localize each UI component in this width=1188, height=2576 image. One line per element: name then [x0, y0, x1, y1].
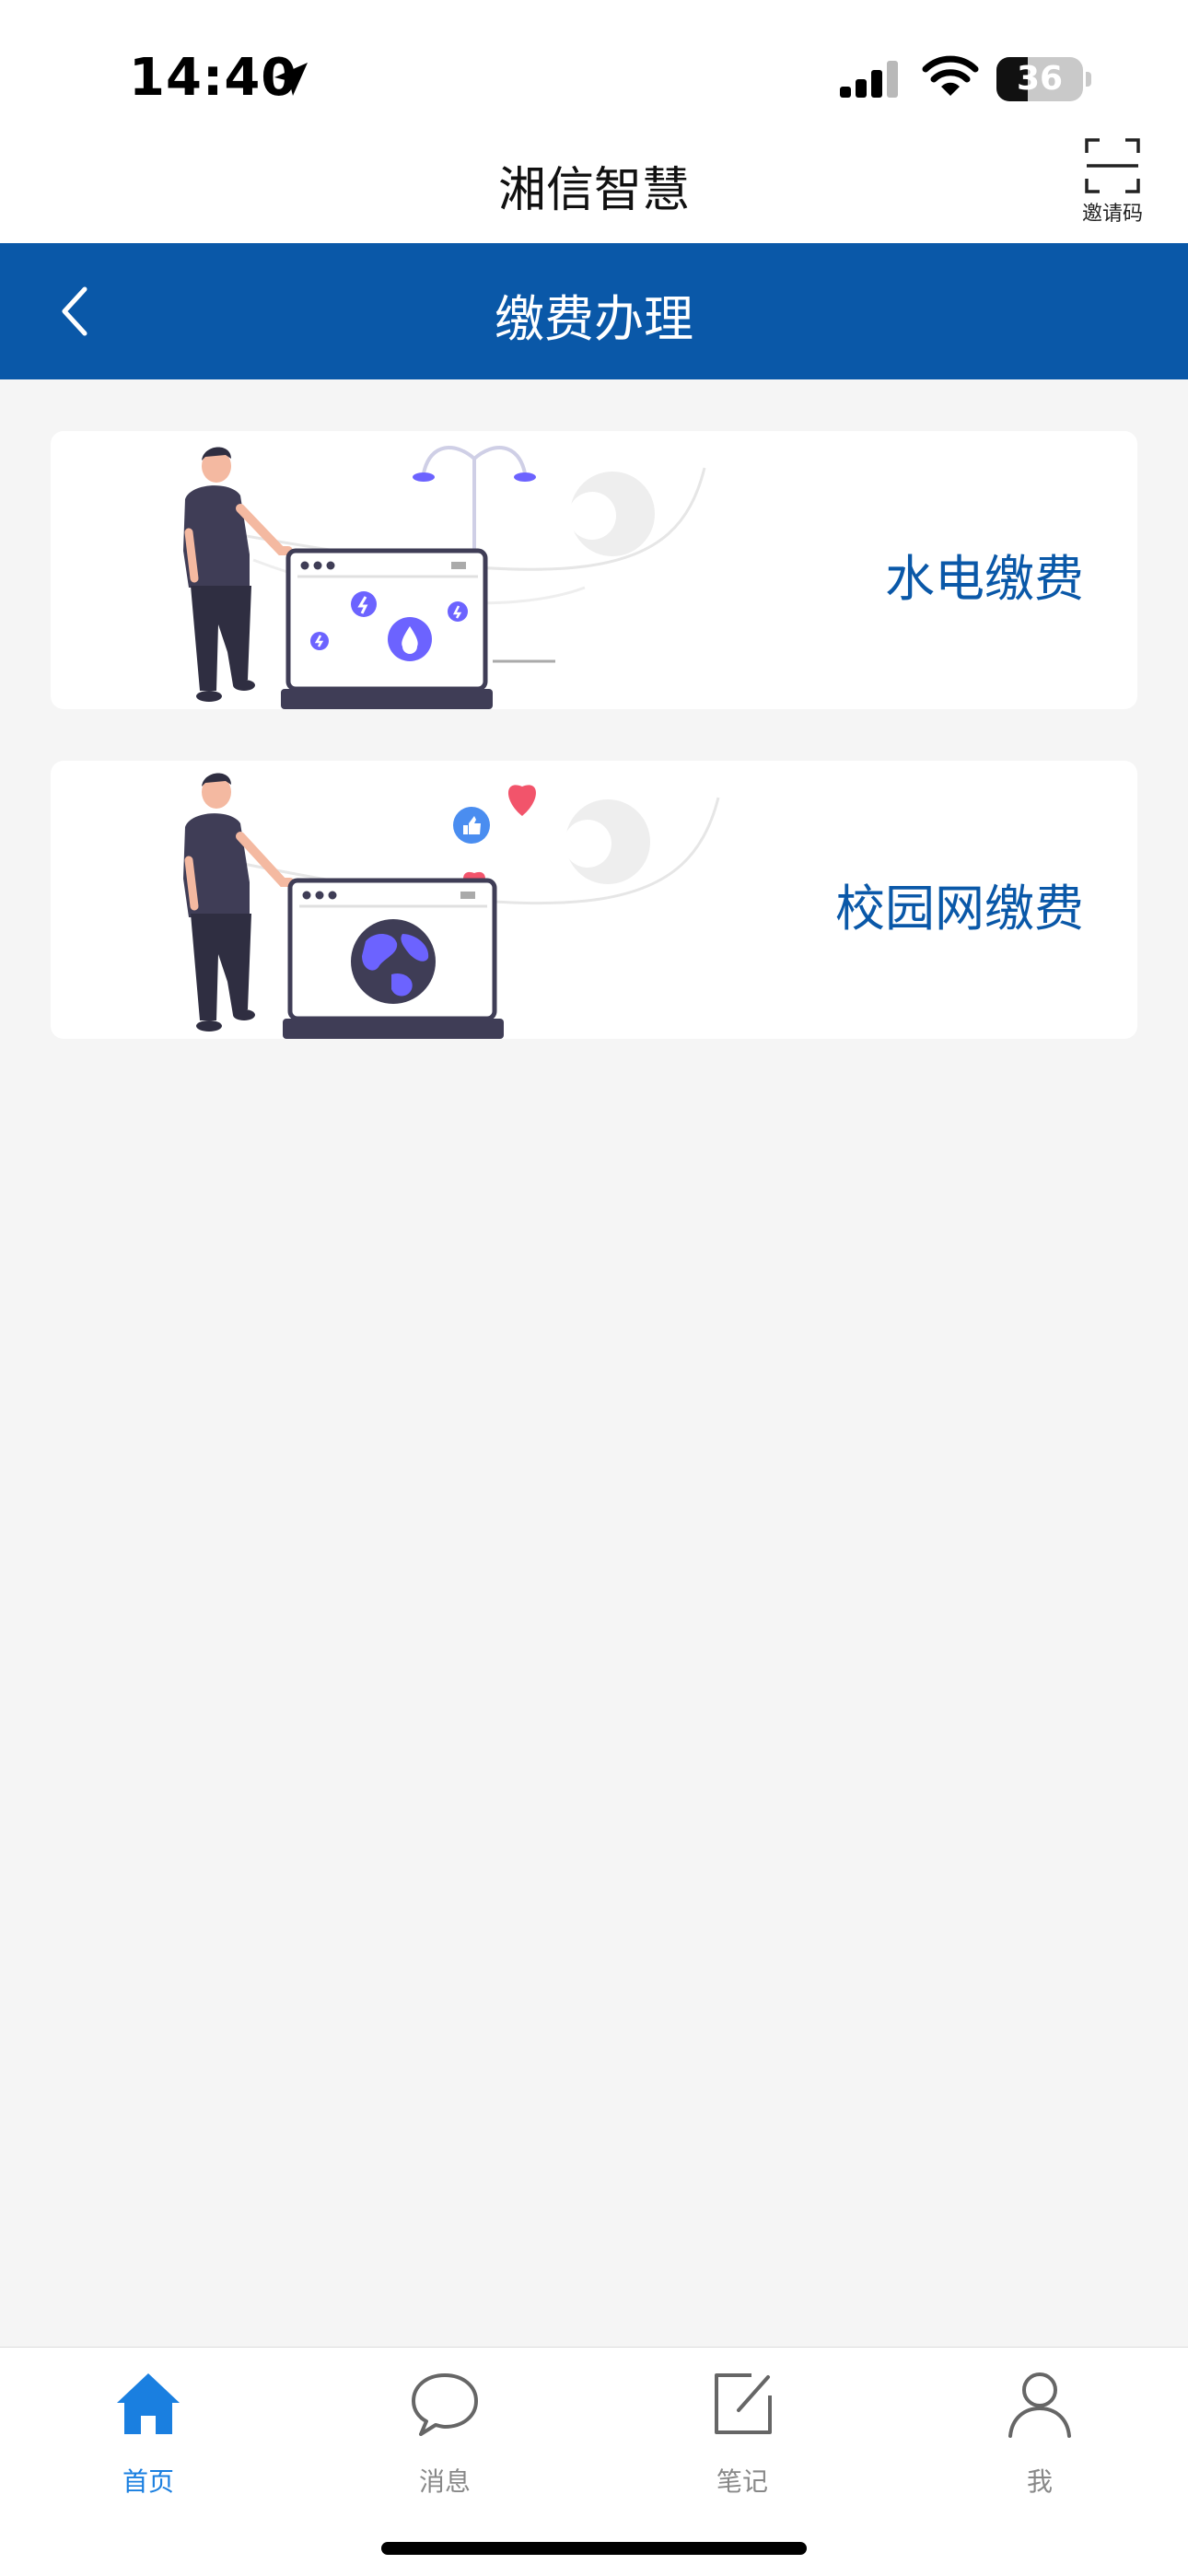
note-edit-icon [715, 2373, 772, 2434]
battery-level: 36 [1016, 60, 1064, 98]
status-bar: 14:40 36 [0, 0, 1188, 138]
laptop-water-electric-illustration [183, 446, 706, 709]
invite-code-label: 邀请码 [1081, 203, 1143, 226]
tab-me-label: 我 [1026, 2466, 1053, 2497]
app-title: 湘信智慧 [497, 163, 690, 218]
battery-indicator: 36 [996, 57, 1083, 101]
home-indicator [381, 2542, 807, 2555]
wifi-icon [922, 55, 979, 96]
campus-network-payment-card[interactable]: 校园网缴费 [51, 761, 1137, 1039]
scan-frame-icon [1085, 138, 1140, 193]
chat-bubble-icon [412, 2373, 478, 2436]
person-icon [1008, 2372, 1071, 2438]
location-arrow-icon [274, 63, 308, 96]
tab-home-label: 首页 [122, 2466, 174, 2497]
tab-me[interactable]: 我 [948, 2368, 1132, 2497]
laptop-globe-illustration [183, 773, 720, 1039]
invite-code-button[interactable]: 邀请码 [1068, 138, 1157, 243]
battery-cap [1086, 72, 1091, 87]
home-icon [117, 2373, 180, 2434]
nav-bar: 缴费办理 [0, 243, 1188, 379]
campus-network-payment-label: 校园网缴费 [835, 880, 1084, 938]
app-title-bar: 湘信智慧 邀请码 [0, 138, 1188, 243]
tab-notes-label: 笔记 [716, 2466, 768, 2497]
page-title: 缴费办理 [495, 290, 693, 348]
tab-home[interactable]: 首页 [56, 2368, 240, 2497]
tab-messages[interactable]: 消息 [353, 2368, 537, 2497]
cellular-signal-icon [840, 61, 898, 98]
tab-messages-label: 消息 [418, 2466, 471, 2497]
utility-payment-card[interactable]: 水电缴费 [51, 431, 1137, 709]
utility-payment-label: 水电缴费 [885, 550, 1084, 608]
tab-notes[interactable]: 笔记 [650, 2368, 834, 2497]
